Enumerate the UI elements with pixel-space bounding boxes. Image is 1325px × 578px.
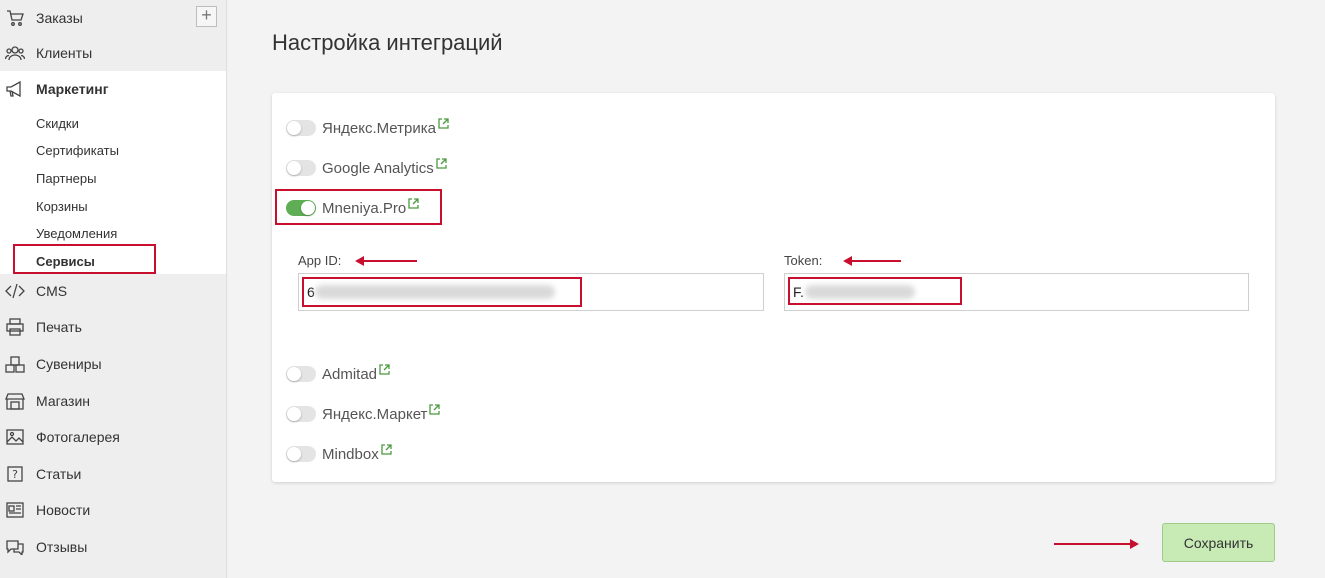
sidebar-item-news[interactable]: Новости [0,492,226,528]
submenu-item-certificates[interactable]: Сертификаты [36,143,119,158]
yandex-market-toggle[interactable] [286,406,316,422]
sidebar-item-gallery[interactable]: Фотогалерея [0,419,226,455]
page-title: Настройка интеграций [272,30,503,55]
service-row-yandex-metrika: Яндекс.Метрика [286,117,449,138]
submenu-item-discounts[interactable]: Скидки [36,116,79,131]
sidebar-item-label: Отзывы [36,539,88,555]
megaphone-icon [5,79,25,99]
submenu-item-carts[interactable]: Корзины [36,199,88,214]
admitad-toggle[interactable] [286,366,316,382]
sidebar-item-label: CMS [36,283,68,299]
yandex-metrika-toggle[interactable] [286,120,316,136]
yandex-metrika-link[interactable]: Яндекс.Метрика [322,120,436,137]
mindbox-toggle[interactable] [286,446,316,462]
submenu-item-notifications[interactable]: Уведомления [36,226,117,241]
sidebar-item-label: Новости [36,502,91,518]
users-icon [5,43,25,63]
google-analytics-link[interactable]: Google Analytics [322,160,434,177]
token-label: Token: [784,253,823,268]
external-link-icon [438,117,449,129]
token-arrow [843,256,901,266]
mindbox-link[interactable]: Mindbox [322,446,379,463]
boxes-icon [5,354,25,374]
yandex-market-link[interactable]: Яндекс.Маркет [322,406,427,423]
sidebar-item-orders[interactable]: Заказы [0,0,226,36]
svg-text:?: ? [12,468,18,481]
question-icon: ? [5,464,25,484]
admitad-link[interactable]: Admitad [322,366,377,383]
sidebar-item-cms[interactable]: CMS [0,273,226,309]
service-row-admitad: Admitad [286,363,390,384]
external-link-icon [436,157,447,169]
store-icon [5,391,25,411]
app-id-label: App ID: [298,253,342,268]
add-order-button[interactable]: + [196,6,217,27]
image-icon [5,427,25,447]
chat-icon [5,537,25,557]
sidebar-item-reviews[interactable]: Отзывы [0,529,226,565]
sidebar-item-articles[interactable]: ? Статьи [0,456,226,492]
sidebar-item-label: Заказы [36,10,83,26]
sidebar-item-label: Магазин [36,393,91,409]
sidebar-item-label: Печать [36,319,82,335]
newspaper-icon [5,500,25,520]
sidebar-item-label: Статьи [36,466,82,482]
mneniya-highlight-box [275,189,442,225]
sidebar-item-label: Клиенты [36,45,93,61]
external-link-icon [381,443,392,455]
service-row-mindbox: Mindbox [286,443,392,464]
google-analytics-toggle[interactable] [286,160,316,176]
sidebar-item-label: Сувениры [36,356,102,372]
app-id-highlight-box [302,277,582,307]
service-row-google-analytics: Google Analytics [286,157,447,178]
printer-icon [5,317,25,337]
sidebar-item-label: Фотогалерея [36,429,120,445]
submenu-item-partners[interactable]: Партнеры [36,171,96,186]
sidebar-item-label: Маркетинг [36,81,109,97]
sidebar-item-souvenirs[interactable]: Сувениры [0,346,226,382]
save-arrow [1054,539,1139,549]
external-link-icon [379,363,390,375]
sidebar-item-store[interactable]: Магазин [0,383,226,419]
sidebar-item-clients[interactable]: Клиенты [0,35,226,71]
external-link-icon [429,403,441,415]
code-icon [5,281,25,301]
app-id-arrow [355,256,417,266]
sidebar-item-print[interactable]: Печать [0,309,226,345]
sidebar-item-marketing[interactable]: Маркетинг [0,71,226,107]
services-highlight-box [13,244,156,274]
sidebar: Заказы + Клиенты Маркетинг Скидки Сертиф… [0,0,227,578]
service-row-yandex-market: Яндекс.Маркет [286,403,441,424]
cart-icon [5,8,25,28]
save-button[interactable]: Сохранить [1162,523,1275,562]
token-highlight-box [788,277,962,305]
